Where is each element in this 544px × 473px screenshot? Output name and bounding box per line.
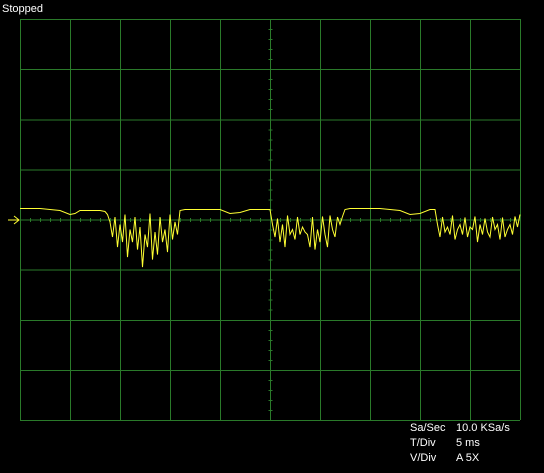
time-div-value: 5 ms bbox=[456, 437, 480, 449]
ground-level-arrow-icon bbox=[8, 215, 20, 225]
sample-rate-label: Sa/Sec bbox=[410, 422, 446, 434]
volt-div-row: V/Div A 5X bbox=[410, 451, 510, 466]
time-div-label: T/Div bbox=[410, 437, 436, 449]
volt-div-value: A 5X bbox=[456, 452, 480, 464]
measurement-readout: Sa/Sec 10.0 KSa/s T/Div 5 ms V/Div A 5X bbox=[410, 421, 510, 466]
time-div-row: T/Div 5 ms bbox=[410, 436, 510, 451]
oscilloscope-screen bbox=[8, 19, 521, 421]
sample-rate-value: 10.0 KSa/s bbox=[456, 422, 510, 434]
sample-rate-row: Sa/Sec 10.0 KSa/s bbox=[410, 421, 510, 436]
volt-div-label: V/Div bbox=[410, 452, 437, 464]
